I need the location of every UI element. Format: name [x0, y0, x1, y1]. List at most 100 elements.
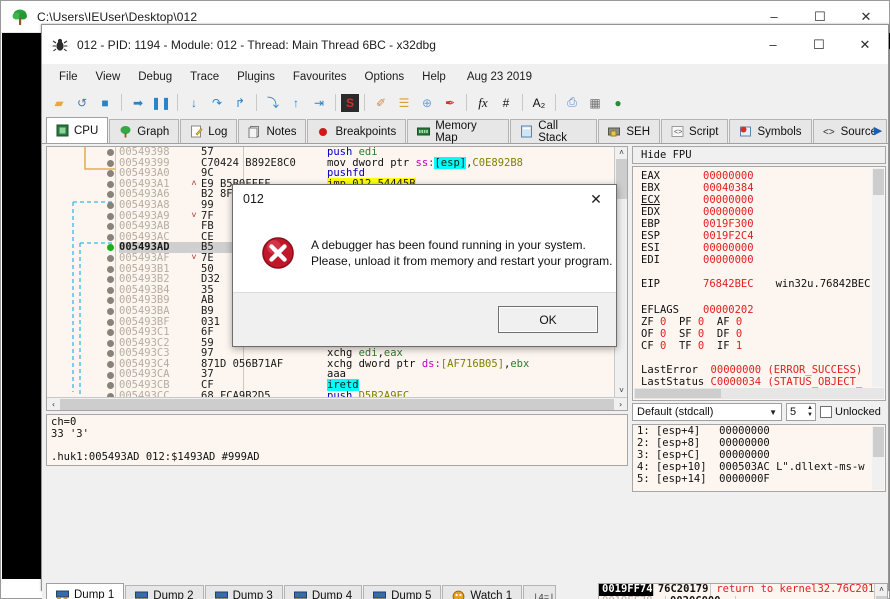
breakpoint-marker[interactable] [107, 382, 114, 390]
toolbar-functions-icon[interactable]: fx [472, 92, 494, 114]
breakpoint-marker[interactable] [107, 223, 114, 231]
debugger-minimize-button[interactable]: – [750, 25, 796, 65]
menu-item-options[interactable]: Options [356, 68, 414, 86]
debugger-close-button[interactable]: ✕ [842, 25, 888, 65]
registers-hscrollbar[interactable] [634, 388, 884, 399]
toolbar-pause-icon[interactable]: ❚❚ [150, 92, 172, 114]
breakpoint-marker[interactable] [107, 361, 114, 368]
breakpoint-marker[interactable] [107, 286, 114, 294]
toolbar-breakpoints-icon[interactable]: ⊕ [416, 92, 438, 114]
toolbar-step-into-icon[interactable]: ↓ [183, 92, 205, 114]
flag-row[interactable]: ZF 0 PF 0 AF 0 [633, 316, 885, 328]
register-row[interactable]: EDI 00000000 [633, 254, 885, 266]
tab-breakpoints[interactable]: Breakpoints [307, 119, 407, 143]
register-row[interactable]: EBX 00040384 [633, 182, 885, 194]
breakpoint-marker[interactable] [107, 170, 114, 178]
stack-row[interactable]: 0019FF780020C000 [599, 595, 887, 599]
breakpoint-marker[interactable] [107, 212, 114, 220]
debugger-maximize-button[interactable]: ☐ [796, 25, 842, 65]
toolbar-execute-till-return-icon[interactable]: ↑ [285, 92, 307, 114]
menu-item-file[interactable]: File [50, 68, 87, 86]
tab-symbols[interactable]: Symbols [729, 119, 812, 143]
flag-value[interactable]: 0 [698, 328, 717, 340]
dialog-close-button[interactable]: ✕ [576, 185, 616, 213]
breakpoint-marker[interactable] [107, 191, 114, 199]
breakpoint-marker[interactable] [107, 308, 114, 315]
argument-row[interactable]: 4: [esp+10] 000503AC L".dllext-ms-w [633, 461, 885, 473]
breakpoint-column[interactable] [106, 147, 118, 410]
register-row[interactable]: EIP 76842BEC win32u.76842BEC [633, 278, 885, 290]
tab-call-stack[interactable]: Call Stack [510, 119, 598, 144]
disassembly-hscrollbar[interactable]: ‹ › [47, 397, 627, 410]
stack-scroll-up-arrow[interactable]: ˄ [875, 584, 887, 596]
dump-tab-dump-4[interactable]: Dump 4 [283, 585, 363, 599]
flag-value[interactable]: 0 [736, 316, 755, 328]
menu-item-debug[interactable]: Debug [129, 68, 181, 86]
flag-value[interactable]: 0 [660, 328, 679, 340]
menu-item-trace[interactable]: Trace [181, 68, 228, 86]
flag-value[interactable]: 0 [698, 316, 717, 328]
register-row[interactable]: EAX 00000000 [633, 170, 885, 182]
toolbar-run-to-user-code-icon[interactable]: ⇥ [308, 92, 330, 114]
stack-vscrollbar[interactable]: ˄ ˅ [874, 584, 887, 599]
toolbar-calculator-icon[interactable]: ▦ [584, 92, 606, 114]
tab-script[interactable]: <> Script [661, 119, 729, 143]
register-row[interactable]: ESI 00000000 [633, 242, 885, 254]
register-row[interactable]: EFLAGS 00000202 [633, 304, 885, 316]
arguments-vscrollbar[interactable] [872, 426, 884, 490]
dump-tab-dump-5[interactable]: Dump 5 [363, 585, 442, 599]
disassembly-row[interactable]: 005493C4 871D 056B71AF xchg dword ptr ds:[… [119, 359, 627, 370]
breakpoint-marker[interactable] [107, 159, 114, 167]
hide-fpu-button[interactable]: Hide FPU [632, 146, 886, 164]
breakpoint-marker[interactable] [107, 149, 114, 156]
disassembly-row[interactable]: 00549399 C70424 B892E8C0 mov dword ptr ss:… [119, 156, 627, 169]
toolbar-globe-icon[interactable]: ● [607, 92, 629, 114]
register-row[interactable]: ECX 00000000 [633, 194, 885, 206]
flag-value[interactable]: 0 [660, 316, 679, 328]
breakpoint-marker[interactable] [107, 255, 114, 262]
tab-seh[interactable]: SEH [598, 119, 661, 143]
register-row[interactable]: EBP 0019F300 [633, 218, 885, 230]
flag-row[interactable]: OF 0 SF 0 DF 0 [633, 328, 885, 340]
flag-row[interactable]: CF 0 TF 0 IF 1 [633, 340, 885, 352]
breakpoint-marker[interactable] [107, 233, 114, 241]
menu-item-plugins[interactable]: Plugins [228, 68, 284, 86]
dump-tab-locals[interactable]: |4=| [523, 585, 557, 599]
toolbar-step-out-icon[interactable]: ↱ [229, 92, 251, 114]
argument-row[interactable]: 5: [esp+14] 0000000F [633, 473, 885, 485]
toolbar-log-pencil-icon[interactable]: ✐ [370, 92, 392, 114]
breakpoint-marker[interactable] [107, 350, 114, 358]
tab-cpu[interactable]: CPU [46, 117, 109, 143]
argument-row[interactable]: 2: [esp+8] 00000000 [633, 437, 885, 449]
scroll-right-arrow[interactable]: › [614, 398, 627, 410]
flag-value[interactable]: 0 [698, 340, 717, 352]
register-row[interactable]: EDX 00000000 [633, 206, 885, 218]
register-row[interactable]: ESP 0019F2C4 [633, 230, 885, 242]
breakpoint-marker[interactable] [107, 318, 114, 326]
argument-count-stepper[interactable]: 5 ▲ ▼ [786, 403, 816, 421]
toolbar-run-icon[interactable]: ➡ [127, 92, 149, 114]
menu-item-help[interactable]: Help [413, 68, 455, 86]
toolbar-scylla-icon[interactable]: S [341, 93, 359, 112]
toolbar-font-icon[interactable]: A₂ [528, 92, 550, 114]
arguments-pane[interactable]: 1: [esp+4] 00000000 2: [esp+8] 00000000 3:… [632, 424, 886, 492]
breakpoint-marker[interactable] [107, 371, 114, 379]
breakpoint-marker[interactable] [107, 276, 114, 284]
register-list[interactable]: EAX 00000000 EBX 00040384 ECX 00000000 EDX 0000… [632, 166, 886, 401]
registers-vscrollbar[interactable] [872, 168, 884, 387]
tab-memory-map[interactable]: Memory Map [407, 119, 510, 144]
scroll-left-arrow[interactable]: ‹ [47, 398, 60, 410]
breakpoint-marker[interactable] [107, 180, 114, 188]
calling-convention-select[interactable]: Default (stdcall) ▼ [632, 403, 782, 421]
dump-tab-dump-3[interactable]: Dump 3 [204, 585, 283, 599]
tab-log[interactable]: Log [180, 119, 238, 143]
unlocked-checkbox-wrap[interactable]: Unlocked [820, 406, 881, 418]
scroll-up-arrow[interactable]: ˄ [615, 147, 627, 159]
dump-tab-watch-1[interactable]: Watch 1 [442, 585, 523, 599]
dialog-ok-button[interactable]: OK [498, 306, 598, 333]
argument-row[interactable]: 1: [esp+4] 00000000 [633, 425, 885, 437]
toolbar-memory-map-icon[interactable]: ✒ [439, 92, 461, 114]
menu-item-view[interactable]: View [87, 68, 130, 86]
flag-value[interactable]: 0 [660, 340, 679, 352]
stack-pane[interactable]: 0019FF74 76C20179 return to kernel32.76C20… [598, 583, 888, 599]
